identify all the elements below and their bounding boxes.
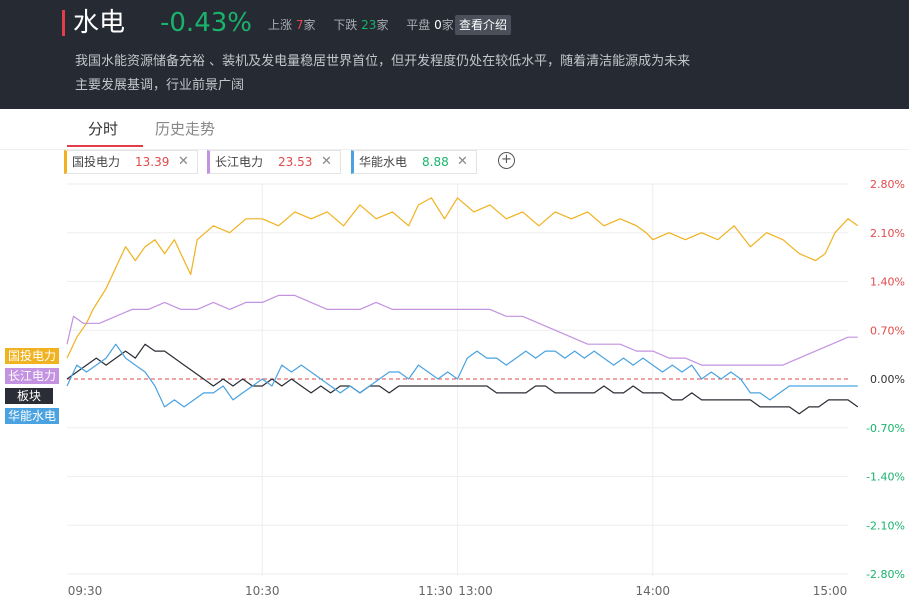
tab-history[interactable]: 历史走势 <box>155 119 215 139</box>
up-stat: 上涨 7家 <box>268 18 316 32</box>
series-line-华能水电 <box>66 343 858 408</box>
sector-header: 水电 -0.43% 上涨 7家 下跌 23家 平盘 0家 查看介绍 我国水能资源… <box>0 0 909 109</box>
active-tab-indicator <box>67 145 143 147</box>
legend-tag-guotou: 国投电力 <box>5 348 60 364</box>
sector-title: 水电 <box>73 8 126 38</box>
y-tick-label: 0.70% <box>870 324 905 337</box>
breadth-stats: 上涨 7家 下跌 23家 平盘 0家 <box>268 16 468 34</box>
view-intro-button[interactable]: 查看介绍 <box>455 15 512 35</box>
legend-tag-sector: 板块 <box>5 388 54 404</box>
y-tick-label: 1.40% <box>870 276 905 289</box>
intraday-chart: 2.80% 2.10% 1.40% 0.70% 0.00% -0.70% -1.40% -2.… <box>66 178 905 598</box>
flat-stat: 平盘 0家 <box>406 18 454 32</box>
x-tick-label: 11:30 <box>418 584 453 598</box>
up-label: 上涨 <box>268 18 293 32</box>
title-accent-bar <box>62 10 65 36</box>
x-tick-label: 14:00 <box>635 584 670 598</box>
down-unit: 家 <box>376 18 389 32</box>
down-label: 下跌 <box>333 18 358 32</box>
plus-circle-icon[interactable]: + <box>498 152 515 169</box>
y-tick-label: -0.70% <box>866 422 905 435</box>
sector-description: 我国水能资源储备充裕 、装机及发电量稳居世界首位，但开发程度仍处在较低水平，随着… <box>75 54 691 93</box>
down-stat: 下跌 23家 <box>333 18 388 32</box>
flat-unit: 家 <box>441 18 454 32</box>
x-tick-label: 15:00 <box>813 584 848 598</box>
sector-change: -0.43% <box>160 8 252 38</box>
up-unit: 家 <box>303 18 316 32</box>
tab-intraday[interactable]: 分时 <box>88 119 118 139</box>
down-count: 23 <box>361 18 377 32</box>
series-line-国投电力 <box>66 197 859 359</box>
legend-tag-changjiang: 长江电力 <box>5 368 60 384</box>
x-tick-label: 09:30 <box>68 584 103 598</box>
y-tick-label: 2.10% <box>870 227 905 240</box>
y-tick-label: -2.80% <box>866 568 905 581</box>
y-tick-label: 0.00% <box>870 373 905 386</box>
x-tick-label: 10:30 <box>245 584 280 598</box>
y-tick-label: 2.80% <box>870 178 905 191</box>
x-tick-label: 13:00 <box>458 584 493 598</box>
tab-bar: 分时 历史走势 <box>0 109 909 150</box>
legend-tag-huaneng: 华能水电 <box>5 408 60 424</box>
y-tick-label: -2.10% <box>866 519 905 532</box>
flat-count: 0 <box>434 18 442 32</box>
y-tick-label: -1.40% <box>866 471 905 484</box>
flat-label: 平盘 <box>406 18 431 32</box>
